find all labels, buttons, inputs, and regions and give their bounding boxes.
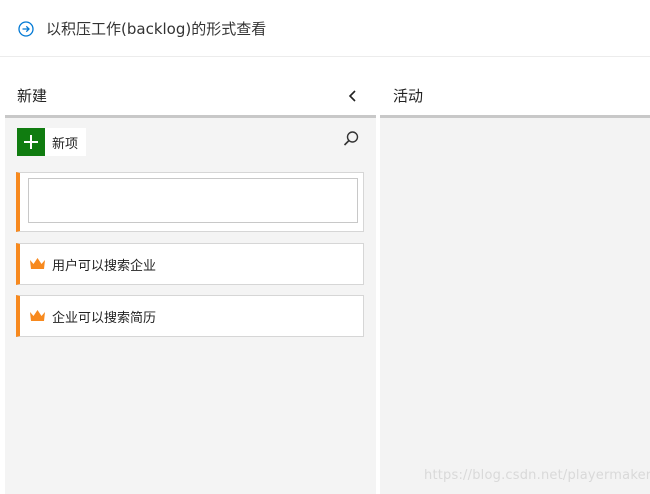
work-item-card[interactable]: 用户可以搜索企业 <box>16 243 364 285</box>
watermark: https://blog.csdn.net/playermaker <box>424 468 650 483</box>
column-title: 活动 <box>393 87 424 105</box>
view-as-backlog-link[interactable]: 以积压工作(backlog)的形式查看 <box>46 19 266 39</box>
column-header-new: 新建 <box>5 58 376 118</box>
new-item-button[interactable]: 新项 <box>17 128 87 156</box>
new-card-editor <box>16 172 364 232</box>
circle-arrow-right-icon[interactable] <box>18 21 34 37</box>
top-bar: 以积压工作(backlog)的形式查看 <box>0 0 650 57</box>
crown-icon <box>30 258 45 269</box>
column-body-new: 新项 用户可以搜索企业 企业可以搜索简历 <box>5 118 376 494</box>
work-item-card[interactable]: 企业可以搜索简历 <box>16 295 364 337</box>
new-card-title-input[interactable] <box>28 178 358 223</box>
column-body-active <box>380 118 650 494</box>
crown-icon <box>30 310 45 321</box>
plus-icon <box>17 128 45 156</box>
column-header-active: 活动 <box>380 58 650 118</box>
card-title: 企业可以搜索简历 <box>52 310 157 326</box>
search-icon[interactable] <box>342 130 360 148</box>
card-title: 用户可以搜索企业 <box>52 258 157 274</box>
column-title: 新建 <box>17 87 48 105</box>
chevron-left-icon[interactable] <box>346 88 360 104</box>
new-item-label: 新项 <box>52 136 79 152</box>
